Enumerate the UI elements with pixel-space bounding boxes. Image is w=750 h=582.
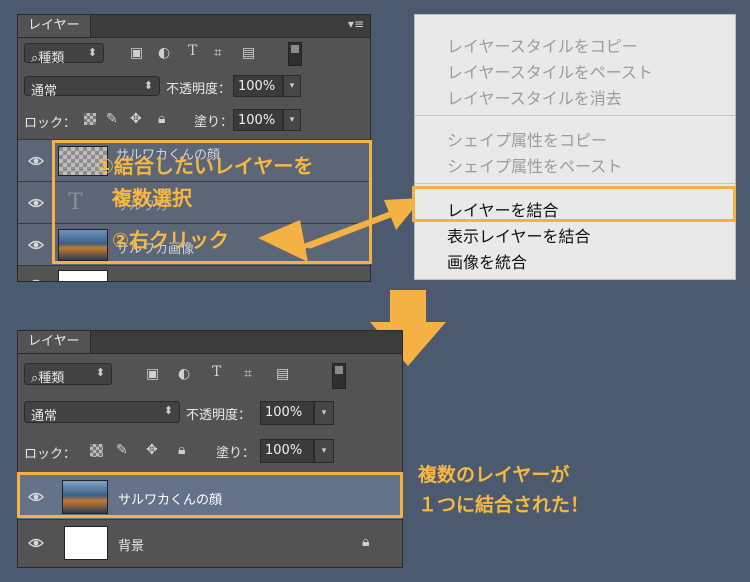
smartobject-filter-icon[interactable]: ▤ [276, 366, 289, 382]
merged-layer-highlight [17, 472, 403, 518]
panel-tab-bar: レイヤー [18, 331, 402, 354]
menu-item-copy-layer-style[interactable]: レイヤースタイルをコピー [447, 33, 638, 57]
lock-transparent-icon[interactable] [90, 444, 103, 457]
menu-item-clear-layer-style[interactable]: レイヤースタイルを消去 [447, 85, 622, 109]
menu-item-highlight [412, 186, 736, 222]
opacity-input[interactable]: 100% [260, 401, 314, 425]
lock-paint-icon[interactable]: ✎ [116, 442, 128, 458]
menu-item-paste-layer-style[interactable]: レイヤースタイルをペースト [447, 59, 653, 83]
shape-filter-icon[interactable]: ⌗ [244, 366, 252, 382]
lock-move-icon[interactable]: ✥ [146, 442, 158, 458]
menu-item-copy-shape-attributes[interactable]: シェイプ属性をコピー [447, 127, 607, 151]
layer-row[interactable]: 背景 🔒︎ [18, 519, 402, 565]
opacity-label: 不透明度： [186, 408, 252, 423]
menu-separator [415, 183, 735, 184]
eye-icon[interactable] [28, 535, 44, 551]
menu-separator [415, 115, 735, 116]
image-filter-icon[interactable]: ▣ [146, 366, 159, 382]
blend-mode-value: 通常 [31, 409, 58, 424]
chevron-updown-icon: ⬍ [95, 366, 105, 379]
fill-dropdown-button[interactable]: ▾ [314, 439, 334, 463]
fill-input[interactable]: 100% [260, 439, 314, 463]
filter-kind-select[interactable]: ⌕種類 ⬍ [24, 363, 112, 386]
result-callout-line2: １つに結合された！ [418, 494, 590, 516]
type-filter-icon[interactable]: T [212, 364, 221, 380]
fill-label: 塗り： [216, 446, 256, 461]
lock-icon: 🔒︎ [362, 534, 370, 550]
menu-item-paste-shape-attributes[interactable]: シェイプ属性をペースト [447, 153, 622, 177]
bottom-layers-panel: レイヤー ⌕種類 ⬍ ▣ ◐ T ⌗ ▤ 通常 ⬍ 不透明度： 100% ▾ ロ… [17, 330, 403, 568]
adjustment-filter-icon[interactable]: ◐ [178, 366, 190, 382]
lock-all-icon[interactable]: 🔒︎ [178, 442, 185, 458]
filter-toggle-switch[interactable] [332, 363, 346, 389]
result-callout-line1: 複数のレイヤーが [418, 464, 570, 486]
menu-item-merge-visible[interactable]: 表示レイヤーを結合 [447, 223, 591, 247]
tab-layers[interactable]: レイヤー [18, 331, 91, 353]
context-menu: レイヤースタイルをコピー レイヤースタイルをペースト レイヤースタイルを消去 シ… [414, 14, 736, 280]
layer-thumbnail [64, 526, 108, 560]
layer-name: 背景 [118, 539, 145, 554]
filter-kind-label: 種類 [38, 371, 65, 386]
blend-mode-select[interactable]: 通常 ⬍ [24, 401, 180, 424]
chevron-updown-icon: ⬍ [163, 404, 173, 417]
menu-item-flatten-image[interactable]: 画像を統合 [447, 249, 527, 273]
lock-label: ロック： [24, 447, 77, 462]
opacity-dropdown-button[interactable]: ▾ [314, 401, 334, 425]
